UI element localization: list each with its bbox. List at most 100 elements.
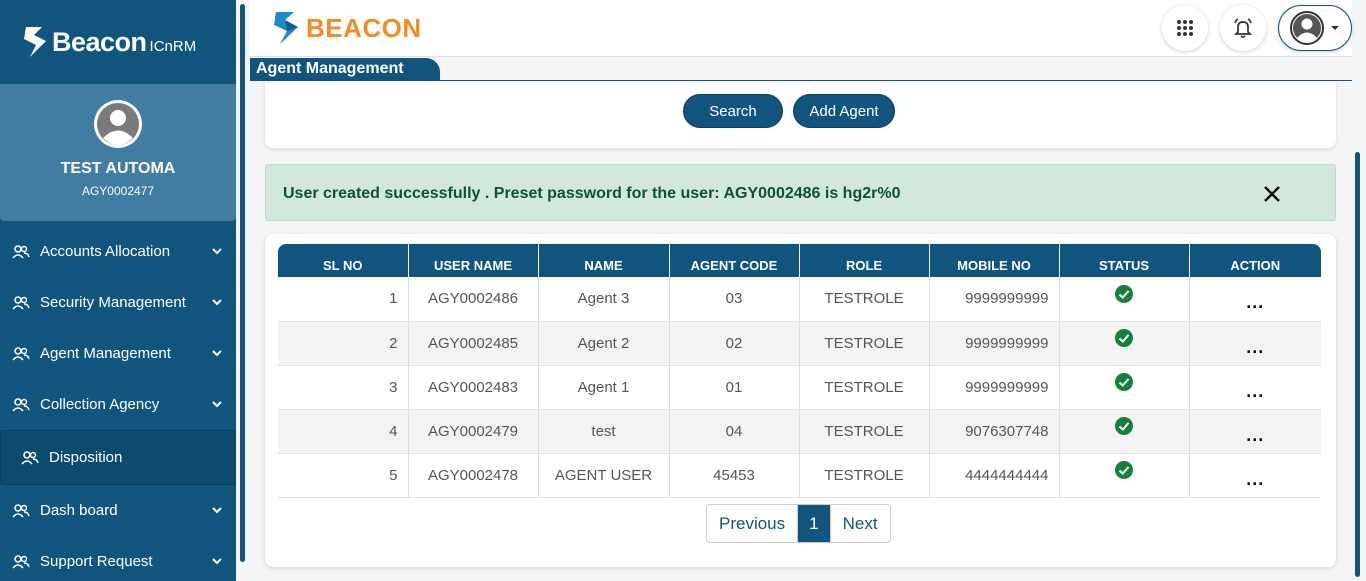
- cell-user-name: AGY0002485: [408, 321, 539, 366]
- agents-table: SL NO USER NAME NAME AGENT CODE ROLE MOB…: [278, 244, 1321, 498]
- add-agent-button[interactable]: Add Agent: [793, 94, 895, 128]
- column-header[interactable]: STATUS: [1059, 244, 1190, 277]
- sidebar-item-dashboard[interactable]: Dash board: [0, 485, 236, 536]
- cell-role: TESTROLE: [799, 409, 930, 454]
- check-circle-icon: [1115, 417, 1133, 435]
- table-row: 3 AGY0002483 Agent 1 01 TESTROLE 9999999…: [278, 365, 1321, 410]
- more-options-icon[interactable]: ...: [1246, 381, 1264, 401]
- cell-name: Agent 2: [538, 321, 670, 366]
- cell-agent-code: 01: [669, 365, 800, 410]
- divider: [250, 80, 1352, 81]
- close-icon[interactable]: [1263, 185, 1281, 203]
- cell-status: [1059, 453, 1190, 498]
- cell-mobile-no: 9076307748: [929, 409, 1060, 454]
- cell-status: [1059, 321, 1190, 366]
- column-header[interactable]: USER NAME: [408, 244, 539, 277]
- cell-status: [1059, 365, 1190, 410]
- cell-role: TESTROLE: [799, 321, 930, 366]
- cell-mobile-no: 4444444444: [929, 453, 1060, 498]
- profile-menu-button[interactable]: [1278, 5, 1352, 51]
- cell-action: ...: [1189, 453, 1321, 498]
- column-header[interactable]: MOBILE NO: [929, 244, 1060, 277]
- sidebar-item-agent-management[interactable]: Agent Management: [0, 328, 236, 379]
- sidebar-item-collection-agency[interactable]: Collection Agency: [0, 379, 236, 430]
- bell-icon: [1233, 18, 1253, 38]
- beacon-logo-icon: [274, 12, 298, 44]
- agents-table-card: SL NO USER NAME NAME AGENT CODE ROLE MOB…: [265, 234, 1336, 567]
- apps-grid-icon: [1177, 20, 1193, 36]
- header-logo[interactable]: BEACON: [272, 10, 422, 46]
- cell-user-name: AGY0002479: [408, 409, 539, 454]
- check-circle-icon: [1115, 284, 1133, 303]
- brand-subtitle: ICnRM: [149, 37, 197, 55]
- cell-role: TESTROLE: [799, 277, 930, 322]
- cell-role: TESTROLE: [799, 453, 930, 498]
- cell-name: AGENT USER: [538, 453, 670, 498]
- more-options-icon[interactable]: ...: [1246, 337, 1264, 357]
- sidebar-item-label: Agent Management: [40, 345, 171, 362]
- alert-message: User created successfully . Preset passw…: [283, 185, 901, 202]
- cell-sl-no: 3: [278, 365, 409, 410]
- cell-sl-no: 4: [278, 409, 409, 454]
- cell-sl-no: 1: [278, 277, 409, 322]
- notifications-button[interactable]: [1220, 5, 1266, 51]
- table-row: 1 AGY0002486 Agent 3 03 TESTROLE 9999999…: [278, 277, 1321, 322]
- cell-status: [1059, 409, 1190, 454]
- chevron-down-icon: [212, 507, 222, 514]
- table-row: 4 AGY0002479 test 04 TESTROLE 9076307748…: [278, 409, 1321, 454]
- cell-mobile-no: 9999999999: [929, 277, 1060, 322]
- sidebar-item-label: Dash board: [40, 502, 118, 519]
- column-header[interactable]: ACTION: [1189, 244, 1321, 277]
- more-options-icon[interactable]: ...: [1246, 425, 1264, 445]
- cell-agent-code: 45453: [669, 453, 800, 498]
- search-button[interactable]: Search: [683, 94, 783, 128]
- chevron-down-icon: [212, 248, 222, 255]
- sidebar-item-disposition[interactable]: Disposition: [0, 430, 236, 485]
- pagination: Previous 1 Next: [706, 504, 891, 543]
- previous-page-button[interactable]: Previous: [707, 505, 798, 542]
- cell-agent-code: 04: [669, 409, 800, 454]
- cell-user-name: AGY0002478: [408, 453, 539, 498]
- users-icon: [21, 450, 39, 465]
- sidebar-scrollbar[interactable]: [240, 4, 245, 562]
- check-circle-icon: [1115, 373, 1133, 391]
- apps-menu-button[interactable]: [1162, 5, 1208, 51]
- cell-mobile-no: 9999999999: [929, 321, 1060, 366]
- brand-name: Beacon: [52, 26, 147, 57]
- cell-mobile-no: 9999999999: [929, 365, 1060, 410]
- main-scrollbar[interactable]: [1355, 152, 1360, 577]
- chevron-down-icon: [212, 558, 222, 565]
- table-row: 2 AGY0002485 Agent 2 02 TESTROLE 9999999…: [278, 321, 1321, 366]
- column-header[interactable]: SL NO: [278, 244, 409, 277]
- users-icon: [12, 244, 30, 259]
- cell-user-name: AGY0002486: [408, 277, 539, 322]
- cell-name: Agent 1: [538, 365, 670, 410]
- avatar: [94, 100, 142, 148]
- sidebar-item-label: Security Management: [40, 294, 186, 311]
- cell-name: test: [538, 409, 670, 454]
- page-title: Agent Management: [250, 58, 440, 80]
- more-options-icon[interactable]: ...: [1246, 292, 1264, 312]
- table-row: 5 AGY0002478 AGENT USER 45453 TESTROLE 4…: [278, 453, 1321, 498]
- sidebar: Beacon ICnRM TEST AUTOMA AGY0002477 Acco…: [0, 0, 236, 581]
- sidebar-item-label: Disposition: [49, 449, 123, 466]
- page-1-button[interactable]: 1: [797, 505, 830, 542]
- column-header[interactable]: AGENT CODE: [669, 244, 800, 277]
- cell-action: ...: [1189, 277, 1321, 322]
- users-icon: [12, 554, 30, 569]
- header-logo-text: BEACON: [306, 12, 422, 43]
- sidebar-item-support-request[interactable]: Support Request: [0, 536, 236, 581]
- sidebar-item-accounts-allocation[interactable]: Accounts Allocation: [0, 226, 236, 277]
- cell-role: TESTROLE: [799, 365, 930, 410]
- column-header[interactable]: ROLE: [799, 244, 930, 277]
- table-header-row: SL NO USER NAME NAME AGENT CODE ROLE MOB…: [278, 244, 1321, 277]
- users-icon: [12, 346, 30, 361]
- more-options-icon[interactable]: ...: [1246, 469, 1264, 489]
- users-icon: [12, 503, 30, 518]
- column-header[interactable]: NAME: [538, 244, 670, 277]
- user-profile-card: TEST AUTOMA AGY0002477: [0, 84, 236, 221]
- chevron-down-icon: [212, 299, 222, 306]
- next-page-button[interactable]: Next: [829, 505, 890, 542]
- sidebar-item-security-management[interactable]: Security Management: [0, 277, 236, 328]
- cell-action: ...: [1189, 321, 1321, 366]
